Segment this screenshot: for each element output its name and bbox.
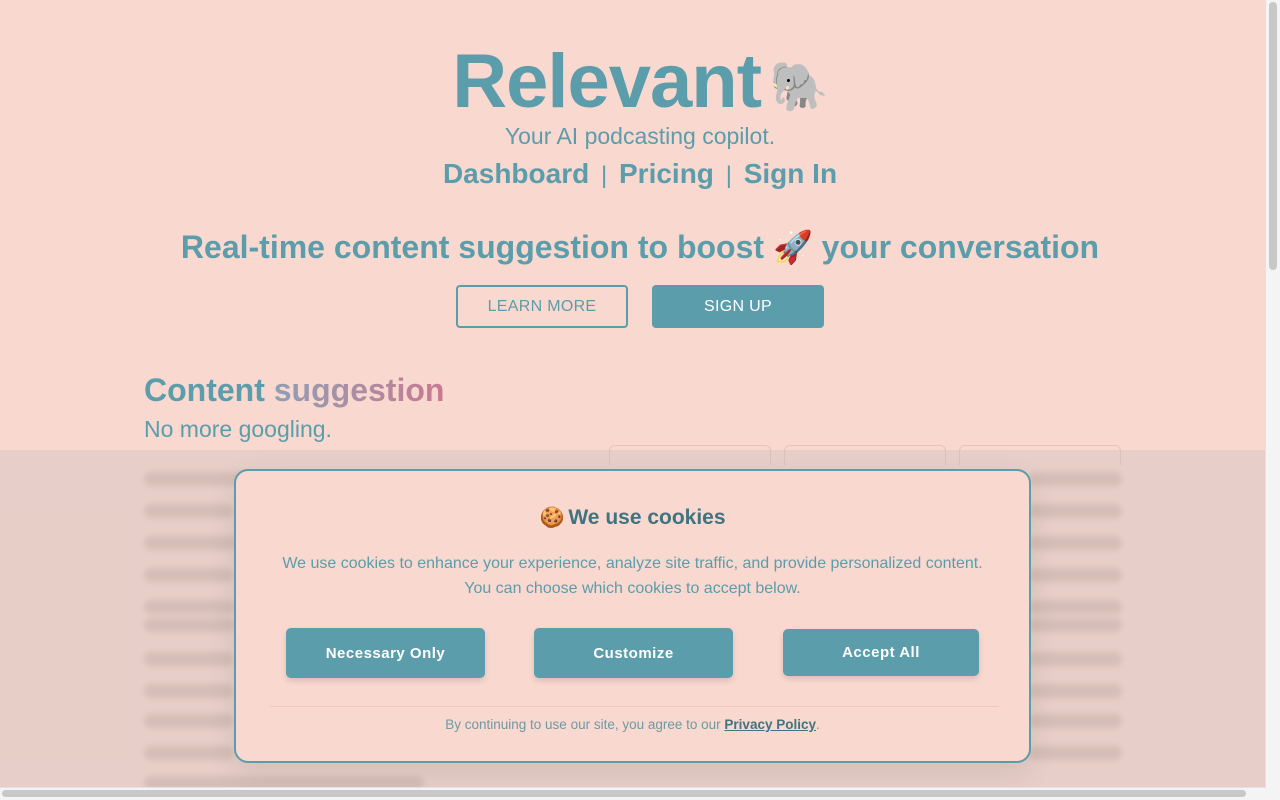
cookie-title-text: We use cookies — [568, 506, 726, 529]
customize-button[interactable]: Customize — [534, 628, 733, 678]
cookie-footer-end: . — [815, 717, 820, 732]
cookie-modal-title: 🍪 We use cookies — [236, 505, 1029, 530]
necessary-only-button[interactable]: Necessary Only — [286, 628, 485, 678]
brand-logo[interactable]: Relevant 🐘 — [0, 38, 1280, 125]
nav-separator: | — [725, 162, 732, 189]
brand-name: Relevant — [452, 39, 762, 124]
cookie-description: We use cookies to enhance your experienc… — [236, 551, 1029, 601]
nav-separator: | — [600, 162, 608, 189]
section-title-part1: Content — [144, 372, 265, 408]
horizontal-scrollbar[interactable] — [0, 787, 1266, 800]
cookie-description-line2: You can choose which cookies to accept b… — [464, 580, 801, 597]
cookie-modal: 🍪 We use cookies We use cookies to enhanc… — [234, 469, 1031, 763]
section-title-part2: suggestion — [273, 372, 445, 408]
nav-pricing[interactable]: Pricing — [619, 158, 714, 189]
cookie-icon: 🍪 — [539, 507, 565, 529]
brand-tagline: Your AI podcasting copilot. — [504, 123, 776, 149]
cookie-footer-text: By continuing to use our site, you agree… — [445, 717, 721, 732]
sign-up-button[interactable]: SIGN UP — [652, 285, 824, 328]
section-title: Content suggestion — [144, 372, 444, 409]
main-nav: Dashboard | Pricing | Sign In — [0, 158, 1280, 190]
cookie-footer: By continuing to use our site, you agree… — [236, 717, 1029, 732]
nav-dashboard[interactable]: Dashboard — [443, 158, 589, 189]
learn-more-button[interactable]: LEARN MORE — [456, 285, 628, 328]
hero-headline: Real-time content suggestion to boost 🚀 … — [180, 229, 1100, 265]
page: Relevant 🐘 Your AI podcasting copilot. Da… — [0, 0, 1266, 800]
elephant-icon: 🐘 — [769, 61, 829, 115]
vertical-scrollbar[interactable] — [1265, 0, 1280, 800]
accept-all-button[interactable]: Accept All — [783, 629, 979, 676]
modal-divider — [270, 706, 999, 707]
section-subtitle: No more googling. — [144, 416, 332, 442]
cookie-description-line1: We use cookies to enhance your experienc… — [282, 555, 983, 572]
horizontal-scroll-thumb[interactable] — [2, 790, 1246, 797]
privacy-policy-link[interactable]: Privacy Policy — [724, 717, 816, 732]
vertical-scroll-thumb[interactable] — [1269, 2, 1277, 270]
nav-sign-in[interactable]: Sign In — [744, 158, 837, 189]
